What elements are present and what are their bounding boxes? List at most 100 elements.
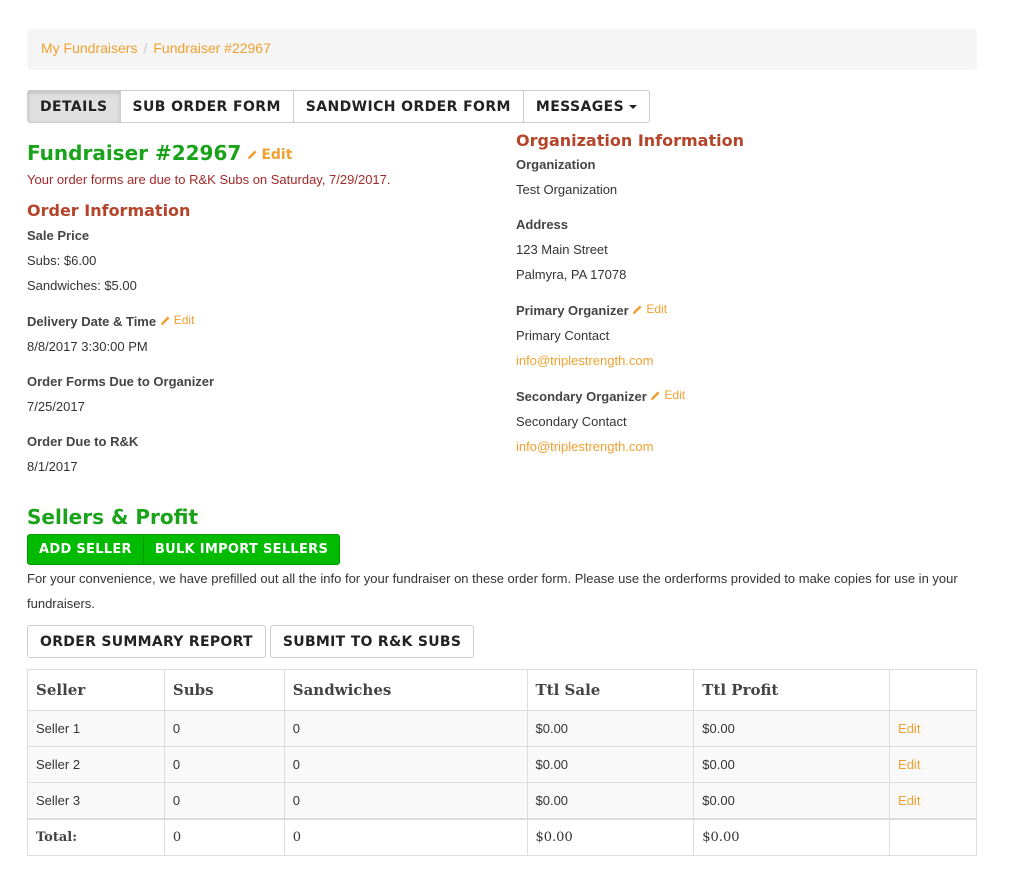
tab-details[interactable]: DETAILS [27,90,121,123]
edit-primary-organizer-link[interactable]: Edit [632,297,667,322]
tab-sub-order-form[interactable]: SUB ORDER FORM [119,90,294,123]
convenience-note: For your convenience, we have prefilled … [27,571,958,611]
sellers-heading: Sellers & Profit [27,505,199,529]
table-row: Seller 1 0 0 $0.00 $0.00 Edit [27,710,977,747]
total-sandwiches: 0 [283,817,528,856]
total-label: Total: [27,817,165,856]
total-subs: 0 [163,817,285,856]
cell-sandwiches: 0 [283,746,528,783]
primary-contact-email[interactable]: info@triplestrength.com [516,348,976,373]
cell-actions: Edit [889,746,977,783]
report-button-row: ORDER SUMMARY REPORT SUBMIT TO R&K SUBS [27,625,475,658]
secondary-organizer-row: Secondary Organizer Edit [516,383,976,409]
forms-due-value: 7/25/2017 [27,399,85,414]
order-due-label: Order Due to R&K [27,434,139,449]
tab-sandwich-order-form-label: SANDWICH ORDER FORM [305,98,511,115]
edit-seller-link[interactable]: Edit [898,721,920,736]
column-header-ttl-sale[interactable]: Ttl Sale [526,669,695,711]
breadcrumb-separator: / [143,40,148,56]
order-summary-report-button[interactable]: ORDER SUMMARY REPORT [27,625,266,658]
cell-seller: Seller 1 [27,710,165,747]
breadcrumb-current-fundraiser[interactable]: Fundraiser #22967 [153,40,271,56]
secondary-contact-name: Secondary Contact [516,414,627,429]
edit-secondary-organizer-link[interactable]: Edit [650,383,685,408]
sellers-table: Seller Subs Sandwiches Ttl Sale Ttl Prof… [27,669,977,856]
delivery-label-row: Delivery Date & Time Edit [27,308,487,334]
secondary-contact-email[interactable]: info@triplestrength.com [516,434,976,459]
cell-subs: 0 [163,710,285,747]
cell-ttl-sale: $0.00 [526,710,695,747]
cell-ttl-sale: $0.00 [526,782,695,819]
total-actions [889,817,977,856]
pencil-icon [633,305,642,315]
submit-to-rk-subs-button[interactable]: SUBMIT TO R&K SUBS [269,625,475,658]
organization-details: Organization Information Organization Te… [516,130,976,459]
edit-delivery-label: Edit [173,313,195,327]
org-value: Test Organization [516,182,618,197]
tab-bar: DETAILS SUB ORDER FORM SANDWICH ORDER FO… [27,90,651,123]
cell-subs: 0 [163,782,285,819]
edit-fundraiser-link[interactable]: Edit [247,147,292,163]
cell-ttl-profit: $0.00 [693,746,891,783]
column-header-sandwiches[interactable]: Sandwiches [283,669,528,711]
order-due-value: 8/1/2017 [27,459,78,474]
forms-due-label: Order Forms Due to Organizer [27,374,215,389]
address-line2: Palmyra, PA 17078 [516,267,627,282]
column-header-actions [889,669,977,711]
primary-organizer-row: Primary Organizer Edit [516,297,976,323]
delivery-label: Delivery Date & Time [27,314,157,329]
caret-down-icon [629,104,638,109]
pencil-icon [651,391,660,401]
cell-ttl-sale: $0.00 [526,746,695,783]
cell-ttl-profit: $0.00 [693,710,891,747]
cell-seller: Seller 2 [27,746,165,783]
seller-button-group: ADD SELLER BULK IMPORT SELLERS [27,534,341,565]
column-header-ttl-profit[interactable]: Ttl Profit [693,669,891,711]
column-header-seller[interactable]: Seller [27,669,165,711]
cell-actions: Edit [889,782,977,819]
address-label: Address [516,217,569,232]
cell-subs: 0 [163,746,285,783]
cell-sandwiches: 0 [283,710,528,747]
sale-price-label: Sale Price [27,228,90,243]
cell-ttl-profit: $0.00 [693,782,891,819]
table-total-row: Total: 0 0 $0.00 $0.00 [27,817,977,856]
table-header-row: Seller Subs Sandwiches Ttl Sale Ttl Prof… [27,669,977,711]
cell-seller: Seller 3 [27,782,165,819]
sandwiches-price: Sandwiches: $5.00 [27,278,137,293]
column-header-subs[interactable]: Subs [163,669,285,711]
edit-secondary-organizer-label: Edit [664,388,686,402]
pencil-icon [248,150,257,160]
edit-primary-organizer-label: Edit [646,302,668,316]
tab-messages-label: MESSAGES [535,98,625,115]
delivery-value: 8/8/2017 3:30:00 PM [27,339,148,354]
primary-organizer-label: Primary Organizer [516,303,629,318]
table-row: Seller 3 0 0 $0.00 $0.00 Edit [27,782,977,819]
address-line1: 123 Main Street [516,242,608,257]
cell-sandwiches: 0 [283,782,528,819]
table-row: Seller 2 0 0 $0.00 $0.00 Edit [27,746,977,783]
edit-seller-link[interactable]: Edit [898,793,920,808]
total-ttl-sale: $0.00 [526,817,695,856]
tab-messages[interactable]: MESSAGES [522,90,651,123]
org-label: Organization [516,157,596,172]
primary-contact-name: Primary Contact [516,328,610,343]
breadcrumb-my-fundraisers[interactable]: My Fundraisers [41,40,137,56]
page-title: Fundraiser #22967 [27,141,242,165]
total-ttl-profit: $0.00 [693,817,891,856]
org-info-heading: Organization Information [516,131,744,150]
breadcrumb: My Fundraisers / Fundraiser #22967 [27,29,977,70]
tab-sub-order-form-label: SUB ORDER FORM [132,98,281,115]
edit-fundraiser-label: Edit [261,146,293,163]
cell-actions: Edit [889,710,977,747]
pencil-icon [160,316,170,326]
tab-sandwich-order-form[interactable]: SANDWICH ORDER FORM [292,90,524,123]
due-date-notice: Your order forms are due to R&K Subs on … [27,172,391,187]
add-seller-button[interactable]: ADD SELLER [27,534,144,565]
edit-seller-link[interactable]: Edit [898,757,920,772]
order-info-heading: Order Information [27,201,191,220]
edit-delivery-link[interactable]: Edit [160,308,195,333]
fundraiser-details: Fundraiser #22967 Edit Your order forms … [27,141,487,479]
bulk-import-sellers-button[interactable]: BULK IMPORT SELLERS [142,534,341,565]
tab-details-label: DETAILS [40,98,108,115]
